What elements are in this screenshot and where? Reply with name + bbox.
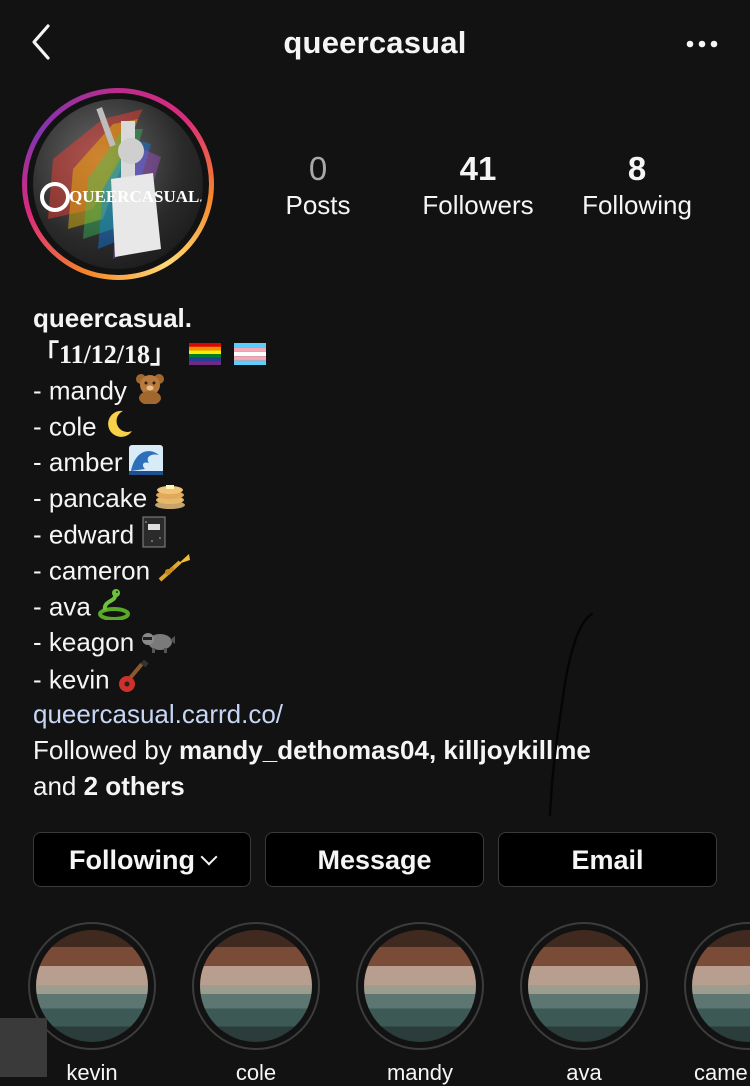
posts-stat[interactable]: 0 Posts — [248, 150, 388, 222]
bio-member-line: - ava — [33, 588, 733, 624]
highlight-label: cole — [235, 1060, 277, 1085]
highlight-kevin[interactable]: kevin — [28, 922, 156, 1086]
notebook-icon — [140, 516, 168, 557]
rainbow-flag-icon — [189, 338, 222, 374]
following-label: Following — [582, 190, 692, 220]
followed-by-line[interactable]: Followed by mandy_dethomas04, killjoykil… — [33, 732, 733, 768]
highlight-ava[interactable]: ava — [520, 922, 648, 1086]
bio-member-line: - pancake — [33, 480, 733, 516]
highlight-label: kevin — [66, 1060, 118, 1085]
member-name: - keagon — [33, 627, 135, 657]
following-stat[interactable]: 8 Following — [567, 150, 707, 222]
highlight-label: mandy — [386, 1060, 454, 1085]
scribble-mark — [540, 610, 600, 825]
highlight-ring — [356, 922, 484, 1050]
highlight-cole[interactable]: cole — [192, 922, 320, 1086]
followed-by-users: mandy_dethomas04, killjoykillme — [178, 735, 591, 765]
highlight-label: came — [694, 1060, 748, 1085]
wave-icon — [128, 444, 163, 484]
followed-by-and: and — [33, 771, 77, 801]
website-link[interactable]: queercasual.carrd.co/ — [33, 696, 733, 732]
followed-by-others-line[interactable]: and 2 others — [33, 768, 733, 804]
avatar-logo-text: QUEERCASUAL. — [69, 187, 203, 206]
avatar[interactable]: QUEERCASUAL. — [22, 88, 214, 280]
bio-member-line: - edward — [33, 516, 733, 552]
followed-by-prefix: Followed by — [33, 735, 172, 765]
highlight-cover — [200, 930, 312, 1042]
snake-icon — [97, 588, 131, 629]
member-name: - pancake — [33, 483, 148, 513]
highlight-cover — [692, 930, 750, 1042]
member-name: - cameron — [33, 555, 151, 586]
message-button[interactable]: Message — [265, 832, 484, 887]
crescent-moon-icon — [103, 408, 135, 449]
message-button-label: Message — [317, 845, 432, 875]
highlight-mandy[interactable]: mandy — [356, 922, 484, 1086]
highlight-cover — [364, 930, 476, 1042]
member-name: - kevin — [33, 664, 110, 695]
followed-by-others: 2 others — [83, 771, 185, 801]
profile-name: queercasual. — [33, 303, 192, 333]
top-bar: queercasual — [0, 0, 750, 90]
followers-label: Followers — [422, 190, 534, 220]
member-name: - edward — [33, 519, 135, 550]
bio: queercasual. 「11/12/18」 - mandy - cole -… — [33, 300, 733, 804]
page-title: queercasual — [283, 25, 467, 60]
raccoon-icon — [140, 626, 176, 663]
screen-corner-overlay — [0, 1018, 47, 1077]
highlight-ring — [192, 922, 320, 1050]
highlight-label: ava — [566, 1060, 602, 1085]
bio-member-line: - keagon — [33, 624, 733, 660]
highlight-ring — [520, 922, 648, 1050]
member-name: - amber — [33, 447, 123, 477]
posts-count: 0 — [308, 150, 328, 187]
highlight-ring — [684, 922, 750, 1050]
following-button-label: Following — [69, 845, 195, 875]
bio-date-line: 「11/12/18」 — [33, 336, 733, 372]
trumpet-icon — [156, 552, 192, 593]
teddy-bear-icon — [133, 372, 167, 413]
following-button[interactable]: Following — [33, 832, 251, 887]
bio-date: 「11/12/18」 — [33, 340, 177, 369]
email-button[interactable]: Email — [498, 832, 717, 887]
posts-label: Posts — [285, 190, 351, 220]
bio-member-line: - kevin — [33, 659, 733, 696]
following-count: 8 — [627, 150, 647, 187]
email-button-label: Email — [571, 845, 644, 875]
highlight-cover — [528, 930, 640, 1042]
profile-picture: QUEERCASUAL. — [33, 99, 203, 269]
followers-count: 41 — [459, 150, 497, 187]
chevron-down-icon — [200, 848, 218, 866]
followers-stat[interactable]: 41 Followers — [408, 150, 548, 222]
member-name: - mandy — [33, 375, 127, 406]
member-name: - ava — [33, 591, 91, 622]
bio-member-line: - cole — [33, 408, 733, 444]
highlight-cameron[interactable]: came — [684, 922, 750, 1086]
ellipsis-icon[interactable] — [680, 26, 724, 62]
bio-member-line: - amber — [33, 444, 733, 480]
highlight-ring — [28, 922, 156, 1050]
transgender-flag-icon — [234, 338, 267, 374]
highlight-cover — [36, 930, 148, 1042]
bio-member-line: - mandy — [33, 372, 733, 408]
member-name: - cole — [33, 411, 97, 442]
pancakes-icon — [153, 481, 187, 520]
bio-member-line: - cameron — [33, 552, 733, 588]
